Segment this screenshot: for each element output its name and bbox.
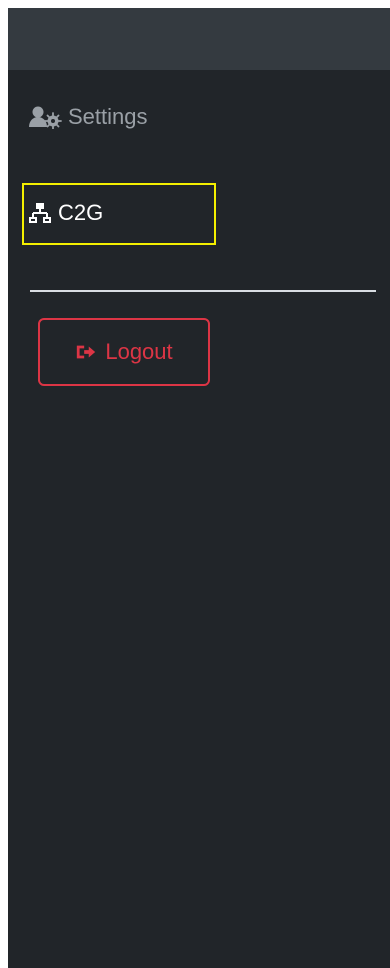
divider bbox=[30, 290, 376, 292]
logout-button[interactable]: Logout bbox=[38, 318, 210, 386]
app-screen: Settings C2G Logout bbox=[8, 8, 390, 968]
network-icon bbox=[28, 201, 52, 225]
sidebar-item-label: Settings bbox=[68, 104, 148, 129]
sidebar-item-settings[interactable]: Settings bbox=[28, 104, 148, 130]
sidebar-item-label: C2G bbox=[58, 200, 104, 225]
logout-icon bbox=[75, 341, 97, 363]
top-bar bbox=[8, 8, 390, 70]
sidebar-item-c2g[interactable]: C2G bbox=[28, 200, 103, 226]
user-gear-icon bbox=[28, 105, 62, 129]
logout-label: Logout bbox=[105, 339, 173, 364]
